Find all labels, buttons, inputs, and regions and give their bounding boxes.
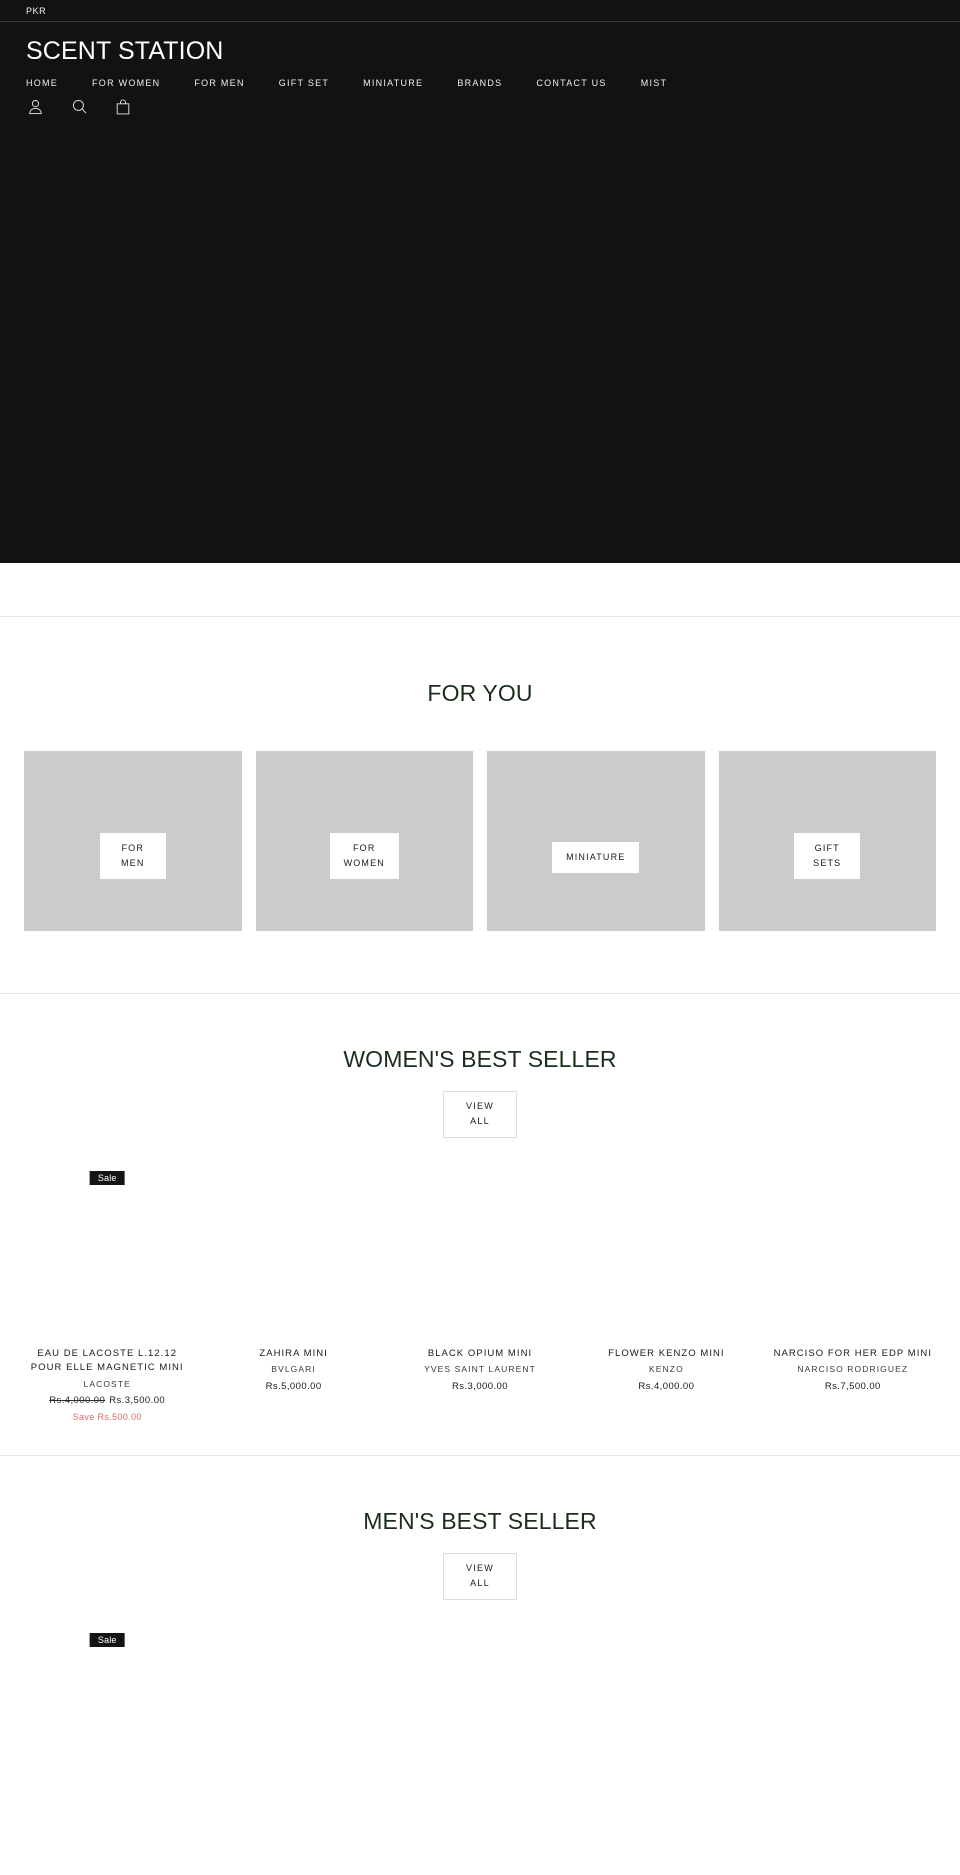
collection-card-miniature[interactable]: MINIATURE bbox=[487, 751, 705, 931]
collection-label: FOR WOMEN bbox=[329, 833, 399, 879]
product-savings: Save Rs.500.00 bbox=[72, 1411, 142, 1422]
product-info: ZAHIRA MINI BVLGARI Rs.5,000.00 bbox=[206, 1339, 380, 1394]
product-vendor: KENZO bbox=[648, 1364, 684, 1375]
product-price: Rs.4,000.00 bbox=[638, 1380, 695, 1392]
mens-view-all-wrap: VIEW ALL bbox=[0, 1553, 960, 1600]
product-card[interactable] bbox=[760, 1626, 946, 1801]
product-card[interactable] bbox=[200, 1626, 386, 1801]
product-info: FLOWER KENZO MINI KENZO Rs.4,000.00 bbox=[579, 1339, 753, 1394]
announcement-bar: PKR bbox=[0, 0, 960, 22]
product-title: BLACK OPIUM MINI bbox=[427, 1347, 533, 1359]
product-card[interactable]: BLACK OPIUM MINI YVES SAINT LAURENT Rs.3… bbox=[387, 1164, 573, 1424]
for-you-title: FOR YOU bbox=[427, 680, 533, 706]
product-image bbox=[579, 1164, 753, 1339]
womens-product-grid: Sale EAU DE LACOSTE L.12.12 POUR ELLE MA… bbox=[0, 1164, 960, 1424]
product-image bbox=[393, 1164, 567, 1339]
product-card[interactable] bbox=[573, 1626, 759, 1801]
nav-item-gift-set[interactable]: GIFT SET bbox=[279, 78, 329, 88]
nav-item-miniature[interactable]: MINIATURE bbox=[363, 78, 423, 88]
currency-selector[interactable]: PKR bbox=[26, 6, 46, 16]
product-vendor: LACOSTE bbox=[83, 1379, 131, 1390]
product-vendor: BVLGARI bbox=[271, 1364, 316, 1375]
womens-view-all-button[interactable]: VIEW ALL bbox=[442, 1091, 518, 1138]
nav-item-home[interactable]: HOME bbox=[26, 78, 58, 88]
womens-best-seller-title: WOMEN'S BEST SELLER bbox=[343, 1046, 617, 1072]
product-image: Sale bbox=[20, 1164, 194, 1339]
product-image bbox=[766, 1164, 940, 1339]
product-compare-price: Rs.4,000.00 bbox=[49, 1395, 106, 1407]
product-image bbox=[393, 1626, 567, 1801]
cart-icon[interactable] bbox=[114, 98, 132, 116]
collection-card-for-women[interactable]: FOR WOMEN bbox=[255, 751, 473, 931]
product-image bbox=[766, 1626, 940, 1801]
product-vendor: YVES SAINT LAURENT bbox=[424, 1364, 536, 1375]
product-image bbox=[206, 1626, 380, 1801]
collection-label: GIFT SETS bbox=[794, 833, 861, 879]
for-you-section: FOR YOU FOR MEN FOR WOMEN MINIATURE GIFT… bbox=[0, 617, 960, 931]
product-info: EAU DE LACOSTE L.12.12 POUR ELLE MAGNETI… bbox=[20, 1339, 194, 1424]
nav-item-contact-us[interactable]: CONTACT US bbox=[536, 78, 606, 88]
nav-item-mist[interactable]: MIST bbox=[641, 78, 668, 88]
product-price: Rs.5,000.00 bbox=[265, 1380, 322, 1392]
collection-label: FOR MEN bbox=[99, 833, 166, 879]
site-logo-text[interactable]: SCENT STATION bbox=[26, 37, 223, 66]
product-card[interactable] bbox=[387, 1626, 573, 1801]
main-navigation: HOME FOR WOMEN FOR MEN GIFT SET MINIATUR… bbox=[0, 66, 960, 88]
product-price-row: Rs.4,000.00 Rs.3,500.00 bbox=[20, 1393, 194, 1408]
product-image: Sale bbox=[20, 1626, 194, 1801]
mens-view-all-button[interactable]: VIEW ALL bbox=[442, 1553, 518, 1600]
nav-item-brands[interactable]: BRANDS bbox=[457, 78, 502, 88]
mens-best-seller-title: MEN'S BEST SELLER bbox=[363, 1508, 597, 1535]
nav-item-for-women[interactable]: FOR WOMEN bbox=[92, 78, 160, 88]
product-title: EAU DE LACOSTE L.12.12 POUR ELLE MAGNETI… bbox=[30, 1347, 184, 1374]
brand-wrap: SCENT STATION bbox=[0, 22, 960, 66]
collection-card-for-men[interactable]: FOR MEN bbox=[24, 751, 242, 931]
womens-best-seller-section: WOMEN'S BEST SELLER VIEW ALL Sale EAU DE… bbox=[0, 994, 960, 1424]
product-title: ZAHIRA MINI bbox=[259, 1347, 328, 1359]
product-price: Rs.3,000.00 bbox=[452, 1380, 508, 1392]
header-icon-bar bbox=[0, 88, 960, 116]
product-image bbox=[206, 1164, 380, 1339]
product-card[interactable]: Sale bbox=[14, 1626, 200, 1801]
mens-product-grid: Sale bbox=[0, 1626, 960, 1801]
collection-label: MINIATURE bbox=[552, 842, 640, 873]
product-price: Rs.3,500.00 bbox=[109, 1395, 166, 1407]
womens-view-all-wrap: VIEW ALL bbox=[0, 1091, 960, 1138]
nav-item-for-men[interactable]: FOR MEN bbox=[194, 78, 244, 88]
hero-banner: PKR SCENT STATION HOME FOR WOMEN FOR MEN… bbox=[0, 0, 960, 563]
product-price-row: Rs.7,500.00 bbox=[766, 1379, 940, 1394]
product-title: NARCISO FOR HER EDP MINI bbox=[773, 1347, 933, 1359]
product-info: BLACK OPIUM MINI YVES SAINT LAURENT Rs.3… bbox=[393, 1339, 567, 1394]
product-price-row: Rs.5,000.00 bbox=[206, 1379, 380, 1394]
collection-card-gift-sets[interactable]: GIFT SETS bbox=[718, 751, 936, 931]
product-price-row: Rs.4,000.00 bbox=[579, 1379, 753, 1394]
product-title: FLOWER KENZO MINI bbox=[608, 1347, 725, 1359]
account-icon[interactable] bbox=[26, 98, 44, 116]
status-badge: Sale bbox=[89, 1170, 125, 1185]
product-price: Rs.7,500.00 bbox=[824, 1380, 881, 1392]
collection-grid: FOR MEN FOR WOMEN MINIATURE GIFT SETS bbox=[0, 751, 960, 931]
status-badge: Sale bbox=[89, 1632, 125, 1647]
product-card[interactable]: ZAHIRA MINI BVLGARI Rs.5,000.00 bbox=[200, 1164, 386, 1424]
mens-best-seller-section: MEN'S BEST SELLER VIEW ALL Sale bbox=[0, 1456, 960, 1801]
product-image bbox=[579, 1626, 753, 1801]
search-icon[interactable] bbox=[70, 98, 88, 116]
product-price-row: Rs.3,000.00 bbox=[393, 1379, 567, 1394]
product-card[interactable]: FLOWER KENZO MINI KENZO Rs.4,000.00 bbox=[573, 1164, 759, 1424]
product-card[interactable]: Sale EAU DE LACOSTE L.12.12 POUR ELLE MA… bbox=[14, 1164, 200, 1424]
product-vendor: NARCISO RODRIGUEZ bbox=[797, 1364, 909, 1375]
product-info: NARCISO FOR HER EDP MINI NARCISO RODRIGU… bbox=[766, 1339, 940, 1394]
product-card[interactable]: NARCISO FOR HER EDP MINI NARCISO RODRIGU… bbox=[760, 1164, 946, 1424]
